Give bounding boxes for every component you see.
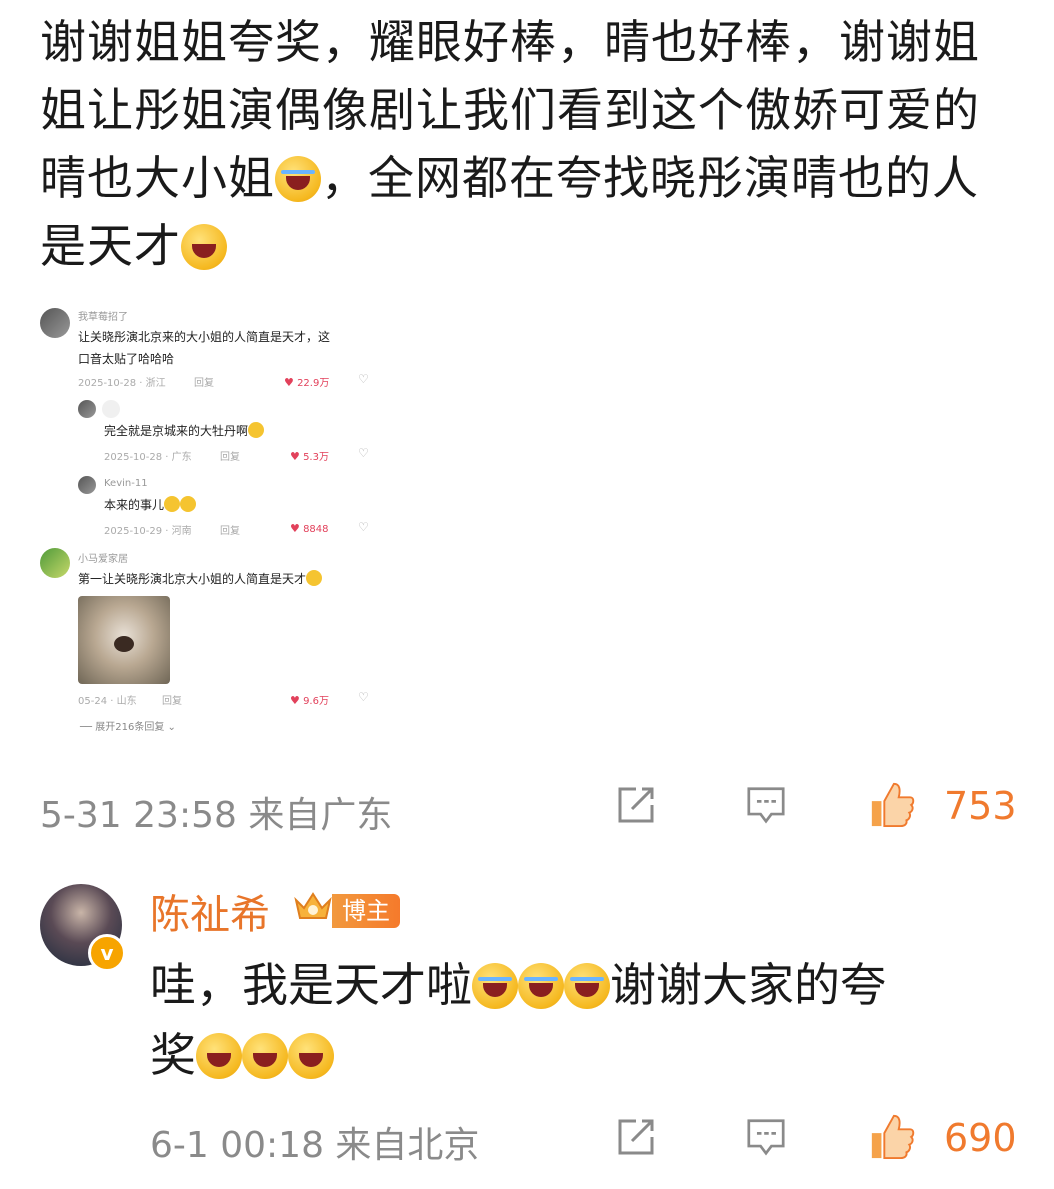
crown-icon [294, 892, 332, 919]
emoji-icon [180, 496, 197, 512]
post-like-count: 753 [944, 784, 1017, 828]
grinning-emoji-icon [181, 224, 227, 270]
comment-icon[interactable] [746, 1118, 786, 1156]
comment-text: 口音太贴了哈哈哈 [78, 352, 175, 366]
heart-icon: ♥ [284, 376, 294, 389]
dislike-icon[interactable]: ♡ [358, 446, 369, 460]
reply-like-count: 690 [944, 1116, 1017, 1160]
comment-date: 2025-10-28 · 广东 [104, 452, 192, 463]
avatar [40, 308, 70, 338]
reply-timestamp: 6-1 00:18 来自北京 [150, 1125, 480, 1166]
reply-username[interactable]: 陈祉希 [150, 882, 270, 940]
comment-likes[interactable]: ♥ 22.9万 [284, 374, 329, 389]
dislike-icon[interactable]: ♡ [358, 520, 369, 534]
reply-text-part-1: 哇，我是天才啦 [150, 958, 472, 1012]
reply-link[interactable]: 回复 [220, 522, 240, 537]
dislike-icon[interactable]: ♡ [358, 372, 369, 386]
avatar [78, 400, 96, 418]
expand-replies-link[interactable]: ── 展开216条回复 ⌄ [80, 718, 176, 733]
comment-text: 让关晓彤演北京来的大小姐的人简直是天才，这 [78, 330, 331, 344]
like-count: 9.6万 [303, 696, 329, 707]
grinning-emoji-icon [288, 1033, 334, 1079]
reply-text-part-3: 奖 [150, 1028, 196, 1082]
dislike-icon[interactable]: ♡ [358, 690, 369, 704]
comment-text-body: 完全就是京城来的大牡丹啊 [104, 424, 249, 438]
laughing-tears-emoji-icon [275, 156, 321, 202]
heart-icon: ♥ [290, 694, 300, 707]
post-text: 谢谢姐姐夸奖，耀眼好棒，晴也好棒，谢谢姐姐让彤姐演偶像剧让我们看到这个傲娇可爱的… [40, 8, 1020, 280]
reply-text: 哇，我是天才啦 谢谢大家的夸奖 [150, 950, 1010, 1090]
reply-link[interactable]: 回复 [162, 692, 182, 707]
comment-likes[interactable]: ♥ 5.3万 [290, 448, 329, 463]
reply-text-part-2: 谢谢大家的夸 [610, 958, 886, 1012]
reply-link[interactable]: 回复 [194, 374, 214, 389]
comment-username: 小马爱家居 [78, 554, 128, 565]
comment-icon[interactable] [746, 786, 786, 824]
laughing-tears-emoji-icon [564, 963, 610, 1009]
comment-text: 本来的事儿 [104, 494, 197, 516]
comment-text: 完全就是京城来的大牡丹啊 [104, 420, 265, 442]
like-count: 5.3万 [303, 452, 329, 463]
heart-eyes-emoji-icon [248, 422, 265, 438]
embedded-comments-image[interactable]: 我草莓招了 让关晓彤演北京来的大小姐的人简直是天才，这 口音太贴了哈哈哈 202… [40, 300, 370, 740]
comment-username: Kevin-11 [104, 478, 148, 489]
comment-date: 2025-10-28 · 浙江 [78, 378, 166, 389]
comment-date: 05-24 · 山东 [78, 696, 137, 707]
comment-text-body: 本来的事儿 [104, 498, 165, 512]
avatar [102, 400, 120, 418]
like-count: 8848 [303, 524, 329, 535]
laughing-tears-emoji-icon [518, 963, 564, 1009]
emoji-icon [164, 496, 181, 512]
post-timestamp: 5-31 23:58 来自广东 [40, 795, 393, 836]
heart-icon: ♥ [290, 450, 300, 463]
laughing-tears-emoji-icon [472, 963, 518, 1009]
blogger-badge: 博主 [332, 894, 400, 928]
heart-icon: ♥ [290, 522, 300, 535]
comment-text-body: 第一让关晓彤演北京大小姐的人简直是天才 [78, 572, 307, 586]
share-icon[interactable] [616, 786, 656, 824]
grinning-emoji-icon [196, 1033, 242, 1079]
comment-likes[interactable]: ♥ 8848 [290, 522, 329, 535]
reply-link[interactable]: 回复 [220, 448, 240, 463]
comment-date: 2025-10-29 · 河南 [104, 526, 192, 537]
avatar [78, 476, 96, 494]
kitten-sticker-image[interactable] [78, 596, 170, 684]
verified-icon: v [88, 934, 126, 972]
like-count: 22.9万 [297, 378, 330, 389]
comment-text: 第一让关晓彤演北京大小姐的人简直是天才 [78, 568, 323, 590]
comment-likes[interactable]: ♥ 9.6万 [290, 692, 329, 707]
share-icon[interactable] [616, 1118, 656, 1156]
heart-eyes-emoji-icon [306, 570, 323, 586]
avatar [40, 548, 70, 578]
expand-replies-label: 展开216条回复 [95, 722, 165, 733]
grinning-emoji-icon [242, 1033, 288, 1079]
like-icon[interactable] [868, 1112, 916, 1160]
comment-username: 我草莓招了 [78, 312, 128, 323]
like-icon[interactable] [868, 780, 916, 828]
